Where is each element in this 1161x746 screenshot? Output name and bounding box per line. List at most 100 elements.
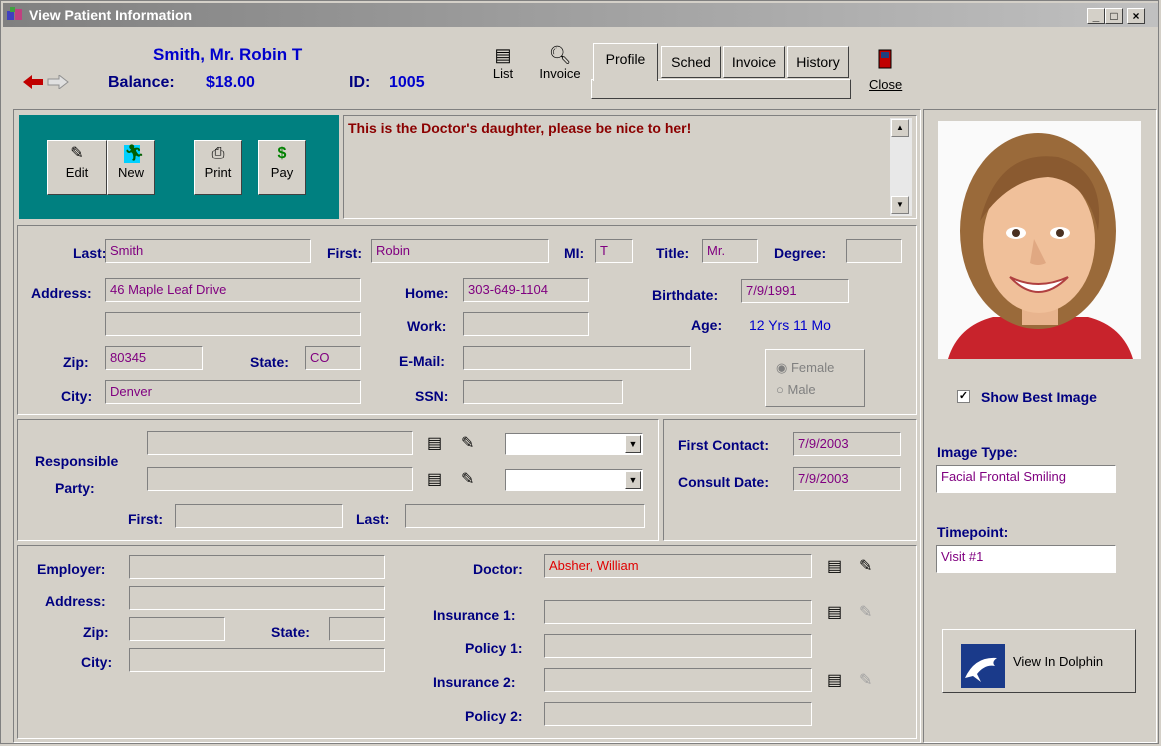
last-field[interactable]: Smith [105,239,311,263]
insurance1-label: Insurance 1: [433,607,516,623]
insurance1-field[interactable] [544,600,812,624]
first-label: First: [327,245,362,261]
show-best-image-label: Show Best Image [981,389,1097,405]
home-phone-field[interactable]: 303-649-1104 [463,278,589,302]
address-label: Address: [31,285,92,301]
chevron-down-icon[interactable]: ▼ [625,435,641,453]
forward-arrow-icon[interactable] [47,73,69,92]
close-button[interactable]: Close [861,47,911,97]
new-button[interactable]: 🏃︎ New [107,140,155,195]
edit-icon[interactable]: ✎ [461,471,474,489]
note-text: This is the Doctor's daughter, please be… [348,120,692,136]
edit-icon-disabled: ✎ [859,604,873,621]
title-label: Title: [656,245,690,261]
female-label: Female [790,360,835,375]
printer-icon: ⎙ [211,145,225,162]
emp-state-field[interactable] [329,617,385,641]
first-contact-field[interactable]: 7/9/2003 [793,432,901,456]
list-icon[interactable]: ▤ [827,672,842,690]
doctor-field[interactable]: Absher, William [544,554,812,578]
list-icon[interactable]: ▤ [427,435,442,453]
tab-history[interactable]: History [787,46,849,78]
ssn-field[interactable] [463,380,623,404]
city-field[interactable]: Denver [105,380,361,404]
title-field[interactable]: Mr. [702,239,758,263]
new-icon: 🏃︎ [124,145,145,163]
timepoint-field[interactable]: Visit #1 [936,545,1116,573]
list-icon: ▤ [494,45,512,65]
edit-button[interactable]: ✎ Edit [47,140,107,195]
policy1-field[interactable] [544,634,812,658]
tab-sched[interactable]: Sched [661,46,721,78]
pay-button[interactable]: $ Pay [258,140,306,195]
ssn-label: SSN: [415,388,449,404]
maximize-button[interactable]: □ [1105,8,1123,24]
scroll-up-icon[interactable]: ▲ [891,119,909,137]
birthdate-field[interactable]: 7/9/1991 [741,279,849,303]
gender-female-radio[interactable]: ◉ Female [776,360,834,376]
edit-icon[interactable]: ✎ [461,435,474,453]
edit-icon: ✎ [70,145,84,162]
close-label: Close [869,77,903,92]
view-in-dolphin-button[interactable]: View In Dolphin [942,629,1136,693]
radio-selected-icon: ◉ [776,360,788,375]
list-icon[interactable]: ▤ [427,471,442,489]
magnifier-icon: 🔍︎ [548,45,572,65]
degree-field[interactable] [846,239,902,263]
policy2-label: Policy 2: [465,708,523,724]
minimize-button[interactable]: _ [1087,8,1105,24]
chevron-down-icon[interactable]: ▼ [625,471,641,489]
email-label: E-Mail: [399,353,445,369]
invoice-label: Invoice [539,66,581,81]
work-phone-field[interactable] [463,312,589,336]
emp-city-field[interactable] [129,648,385,672]
email-field[interactable] [463,346,691,370]
emp-zip-field[interactable] [129,617,225,641]
responsible-field-1[interactable] [147,431,413,455]
consult-date-field[interactable]: 7/9/2003 [793,467,901,491]
tab-profile[interactable]: Profile [593,43,658,81]
close-window-button[interactable]: × [1127,8,1145,24]
resp-last-field[interactable] [405,504,645,528]
list-button[interactable]: ▤ List [483,45,523,95]
resp-first-field[interactable] [175,504,343,528]
consult-date-label: Consult Date: [678,474,769,490]
address2-field[interactable] [105,312,361,336]
employer-field[interactable] [129,555,385,579]
emp-city-label: City: [81,654,113,670]
gender-male-radio[interactable]: ○ Male [776,382,816,397]
image-type-label: Image Type: [937,444,1018,460]
scroll-down-icon[interactable]: ▼ [891,196,909,214]
edit-icon[interactable]: ✎ [859,558,872,576]
emp-address-field[interactable] [129,586,385,610]
responsible-combo-2[interactable]: ▼ [505,469,643,491]
pay-label: Pay [270,165,294,180]
insurance2-field[interactable] [544,668,812,692]
image-type-field[interactable]: Facial Frontal Smiling [936,465,1116,493]
resp-first-label: First: [128,511,163,527]
gender-group: ◉ Female ○ Male [765,349,865,407]
back-arrow-icon[interactable] [23,75,45,92]
window-title: View Patient Information [29,7,193,23]
state-field[interactable]: CO [305,346,361,370]
note-scrollbar[interactable]: ▲ ▼ [890,118,912,216]
list-icon[interactable]: ▤ [827,604,842,622]
mi-field[interactable]: T [595,239,633,263]
degree-label: Degree: [774,245,827,261]
patient-photo[interactable] [938,121,1141,359]
first-field[interactable]: Robin [371,239,549,263]
balance-value: $18.00 [206,74,255,91]
first-contact-label: First Contact: [678,437,769,453]
print-button[interactable]: ⎙ Print [194,140,242,195]
policy2-field[interactable] [544,702,812,726]
note-box[interactable]: This is the Doctor's daughter, please be… [343,115,917,219]
policy1-label: Policy 1: [465,640,523,656]
zip-field[interactable]: 80345 [105,346,203,370]
responsible-field-2[interactable] [147,467,413,491]
responsible-combo-1[interactable]: ▼ [505,433,643,455]
invoice-button[interactable]: 🔍︎ Invoice [531,45,589,95]
tab-invoice[interactable]: Invoice [723,46,785,78]
list-icon[interactable]: ▤ [827,558,842,576]
address1-field[interactable]: 46 Maple Leaf Drive [105,278,361,302]
zip-label: Zip: [63,354,89,370]
